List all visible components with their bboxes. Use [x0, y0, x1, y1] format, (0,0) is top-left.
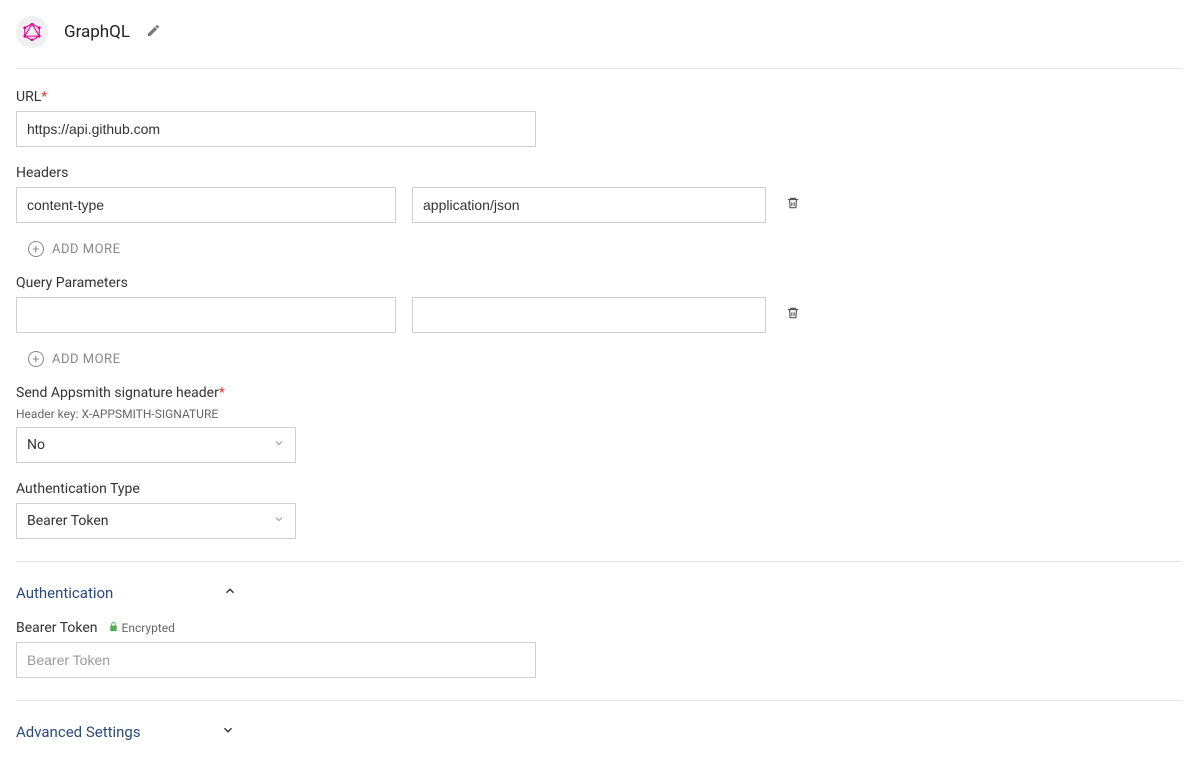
auth-type-label: Authentication Type [16, 481, 1182, 497]
lock-icon [108, 621, 119, 635]
chevron-up-icon [223, 584, 237, 602]
query-params-label: Query Parameters [16, 275, 1182, 291]
auth-type-group: Authentication Type Bearer Token [16, 481, 1182, 539]
plus-icon: + [28, 241, 44, 257]
advanced-settings-title: Advanced Settings [16, 723, 141, 741]
delete-icon[interactable] [782, 192, 804, 218]
add-query-param-button[interactable]: + ADD MORE [28, 351, 120, 367]
signature-sublabel: Header key: X-APPSMITH-SIGNATURE [16, 407, 1182, 421]
advanced-settings-section: Advanced Settings [16, 723, 1182, 741]
add-header-button[interactable]: + ADD MORE [28, 241, 120, 257]
page-header: GraphQL [16, 16, 1182, 69]
divider [16, 561, 1182, 562]
signature-select[interactable]: No [16, 427, 296, 463]
signature-label: Send Appsmith signature header* [16, 385, 1182, 401]
delete-icon[interactable] [782, 302, 804, 328]
query-param-row [16, 297, 1182, 333]
header-row [16, 187, 1182, 223]
bearer-token-input[interactable] [16, 642, 536, 678]
auth-type-select[interactable]: Bearer Token [16, 503, 296, 539]
headers-group: Headers + ADD MORE [16, 165, 1182, 257]
chevron-down-icon [273, 513, 285, 529]
edit-icon[interactable] [146, 23, 161, 42]
headers-label: Headers [16, 165, 1182, 181]
query-params-group: Query Parameters + ADD MORE [16, 275, 1182, 367]
advanced-settings-header[interactable]: Advanced Settings [16, 723, 1182, 741]
query-value-input[interactable] [412, 297, 766, 333]
chevron-down-icon [273, 437, 285, 453]
query-key-input[interactable] [16, 297, 396, 333]
page-title: GraphQL [64, 22, 130, 42]
graphql-icon [23, 23, 41, 41]
signature-group: Send Appsmith signature header* Header k… [16, 385, 1182, 463]
authentication-section: Authentication [16, 584, 1182, 602]
graphql-logo [16, 16, 48, 48]
header-key-input[interactable] [16, 187, 396, 223]
header-value-input[interactable] [412, 187, 766, 223]
url-input[interactable] [16, 111, 536, 147]
encrypted-badge: Encrypted [108, 621, 175, 635]
url-label: URL* [16, 89, 1182, 105]
url-field-group: URL* [16, 89, 1182, 147]
divider [16, 700, 1182, 701]
plus-icon: + [28, 351, 44, 367]
authentication-section-title: Authentication [16, 584, 113, 602]
authentication-section-header[interactable]: Authentication [16, 584, 1182, 602]
bearer-token-label: Bearer Token [16, 620, 98, 636]
bearer-token-group: Bearer Token Encrypted [16, 620, 1182, 678]
chevron-down-icon [221, 723, 235, 741]
